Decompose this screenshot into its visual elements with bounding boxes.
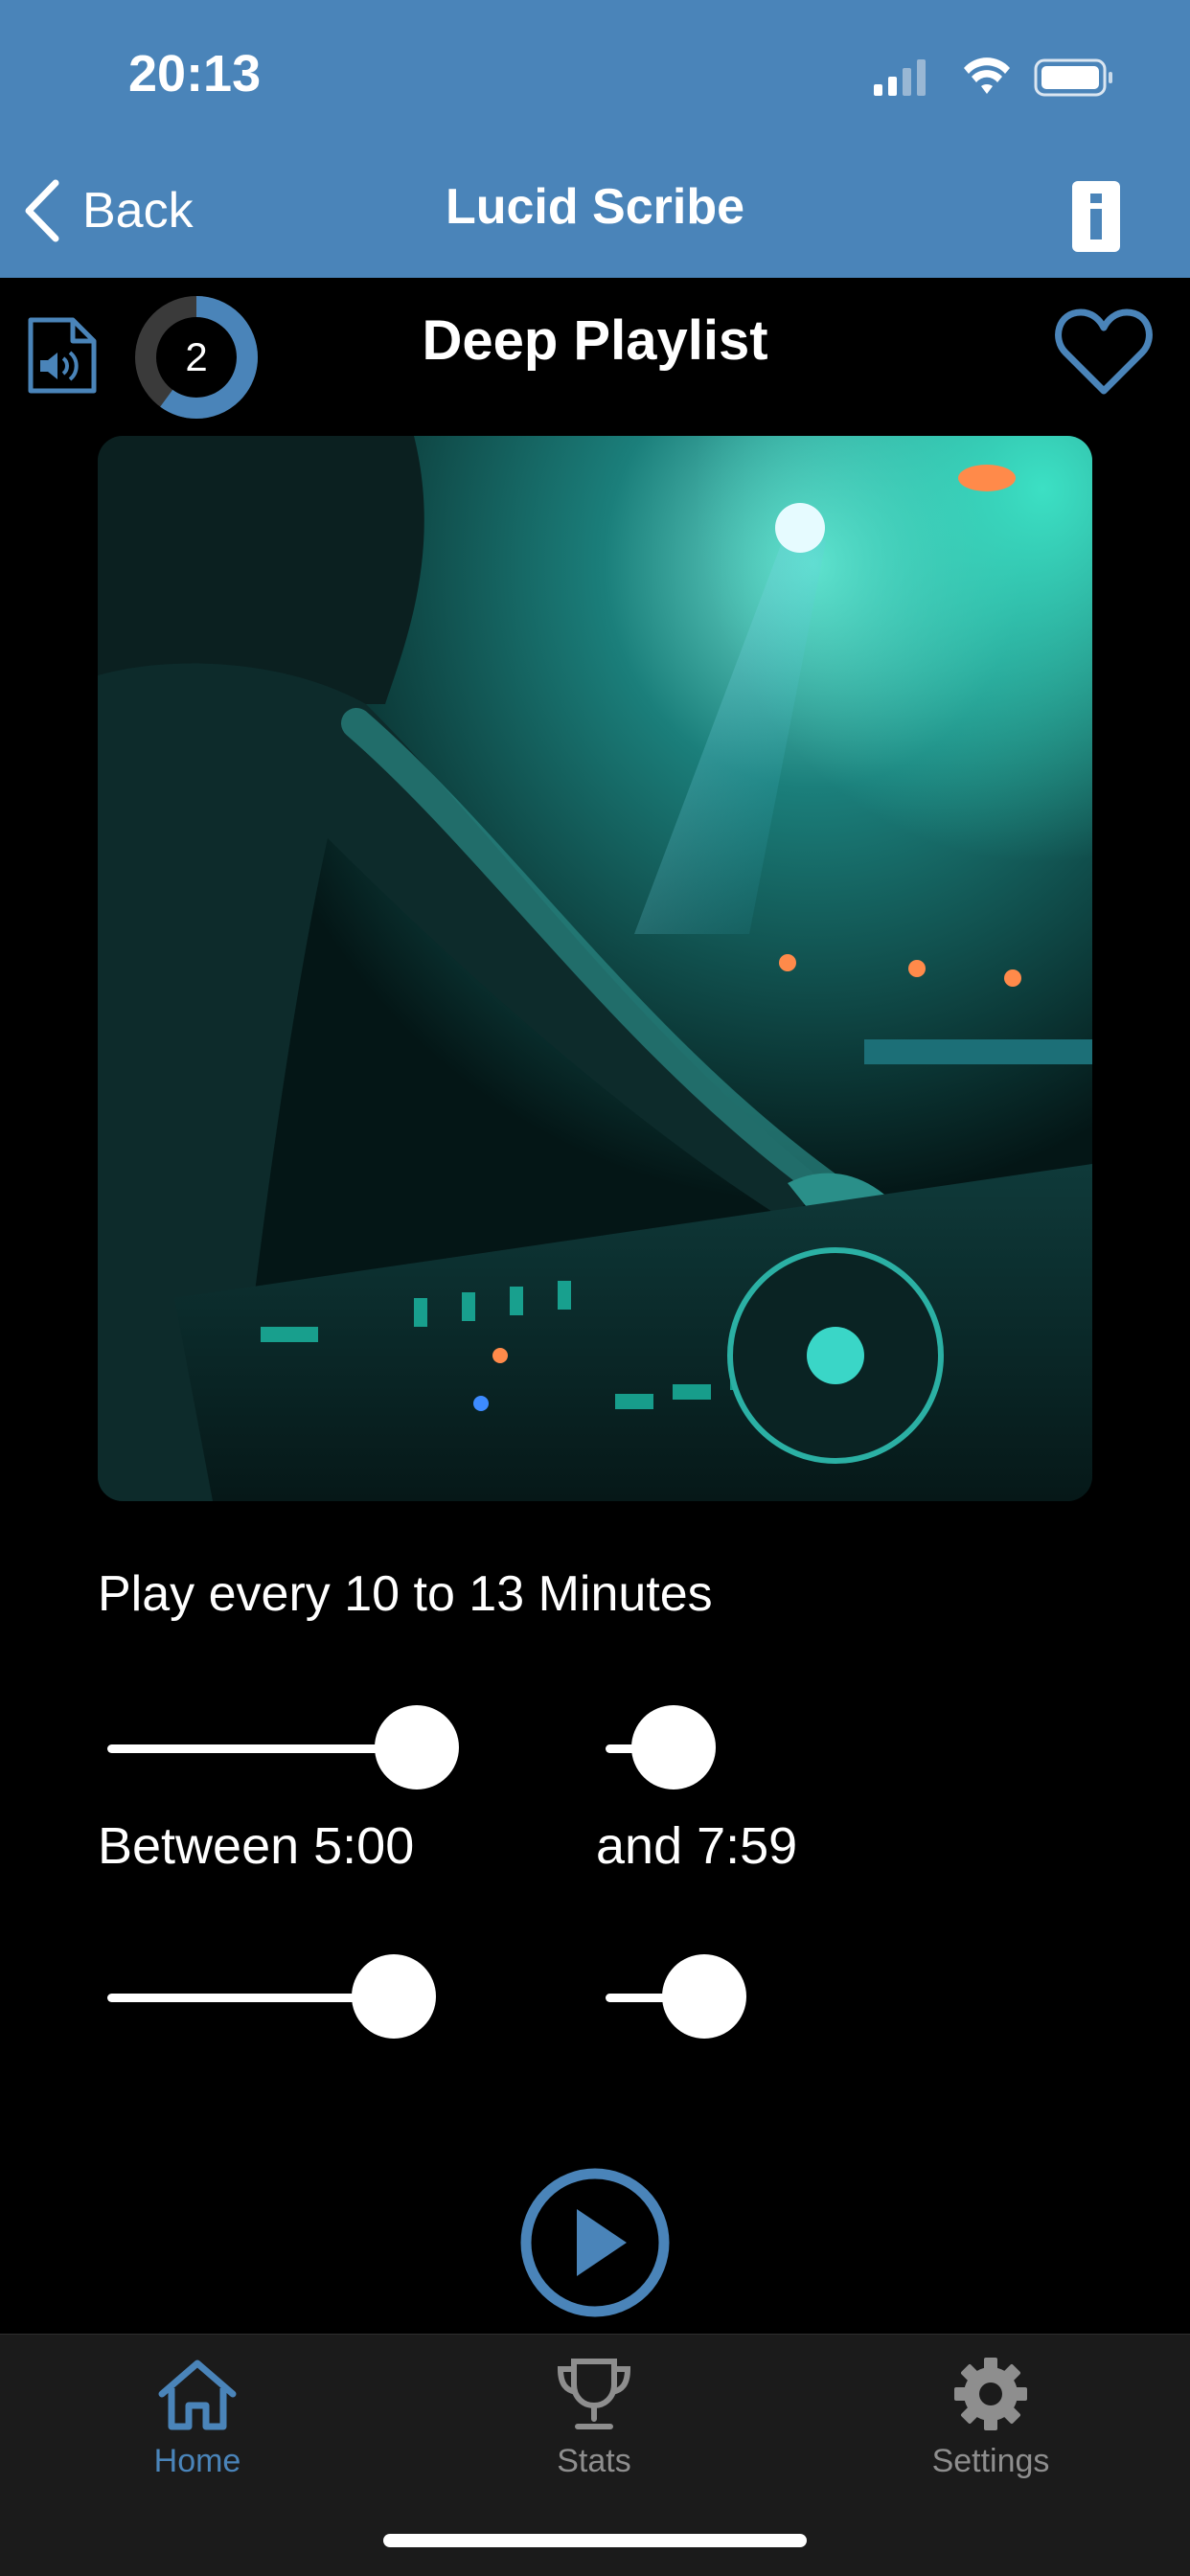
slider-thumb[interactable] <box>661 1954 746 2039</box>
play-interval-label: Play every 10 to 13 Minutes <box>98 1566 713 1622</box>
wifi-icon <box>964 57 1010 94</box>
window-start-slider[interactable] <box>96 1954 508 2040</box>
signal-icon <box>874 59 926 96</box>
trophy-icon <box>557 2359 631 2429</box>
info-button[interactable] <box>1069 178 1123 255</box>
window-end-slider[interactable] <box>594 1954 1054 2040</box>
home-indicator <box>383 2534 807 2547</box>
interval-min-slider[interactable] <box>96 1705 508 1791</box>
slider-thumb[interactable] <box>631 1705 717 1790</box>
tab-label: Stats <box>557 2443 631 2479</box>
window-end-label: and 7:59 <box>596 1817 798 1875</box>
window-start-label: Between 5:00 <box>98 1817 415 1875</box>
favorite-heart-icon[interactable] <box>1054 307 1154 397</box>
tab-home[interactable]: Home <box>82 2356 312 2480</box>
home-icon <box>158 2359 237 2430</box>
playlist-artwork <box>98 436 1092 1501</box>
playlist-title: Deep Playlist <box>422 309 768 372</box>
tab-stats[interactable]: Stats <box>479 2356 709 2480</box>
slider-thumb[interactable] <box>351 1954 436 2039</box>
tab-label: Settings <box>931 2443 1050 2479</box>
play-icon <box>577 2209 627 2276</box>
status-icons <box>874 57 1112 97</box>
app-title: Lucid Scribe <box>445 179 745 235</box>
gear-icon <box>954 2358 1027 2430</box>
app-header: 20:13 Back Lucid Scribe <box>0 0 1190 278</box>
tab-label: Home <box>153 2443 241 2479</box>
interval-max-slider[interactable] <box>594 1705 1054 1791</box>
slider-thumb[interactable] <box>374 1705 459 1790</box>
play-button[interactable] <box>519 2167 671 2318</box>
battery-icon <box>1034 58 1112 97</box>
tab-settings[interactable]: Settings <box>876 2356 1106 2480</box>
status-time: 20:13 <box>128 45 262 103</box>
dj-mixer-image <box>98 436 1092 1501</box>
